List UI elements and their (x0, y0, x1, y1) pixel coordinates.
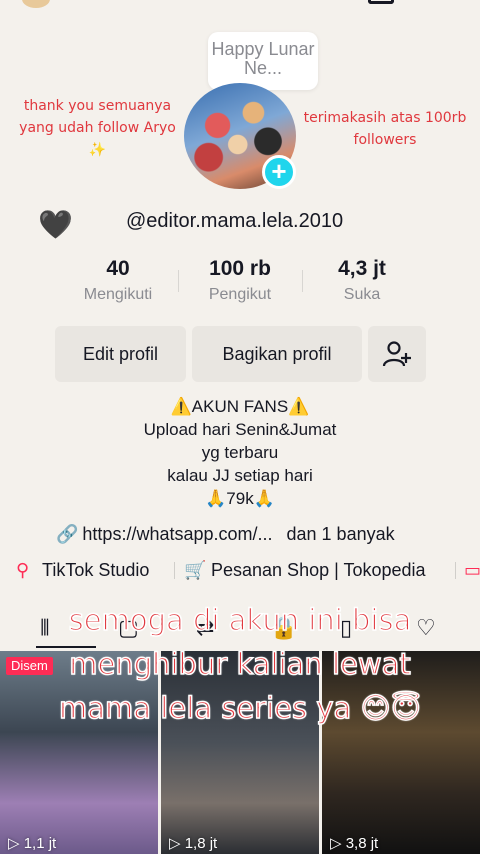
stat-following[interactable]: 40 Mengikuti (56, 256, 180, 308)
bio-line: kalau JJ setiap hari (167, 466, 313, 485)
stat-label: Pengikut (208, 286, 272, 303)
overlay-caption: semoga di akun ini bisa menghibur kalian… (0, 598, 480, 730)
bio-line: Upload hari Senin&Jumat (143, 420, 337, 439)
divider (174, 562, 175, 579)
divider (455, 562, 456, 579)
bio-line: 🙏79k🙏 (205, 489, 275, 508)
annotation-left: thank you semuanya yang udah follow Aryo… (19, 98, 176, 158)
cart-icon: 🛒 (184, 560, 207, 580)
view-count-value: 1,1 jt (23, 835, 57, 852)
profile-stats: 40 Mengikuti 100 rb Pengikut 4,3 jt Suka (56, 256, 424, 312)
view-count: ▷ 3,8 jt (330, 835, 379, 852)
stat-followers[interactable]: 100 rb Pengikut (178, 256, 302, 308)
share-profile-button[interactable]: Bagikan profil (192, 326, 362, 382)
bio-link[interactable]: 🔗 https://whatsapp.com/... dan 1 banyak (56, 522, 476, 546)
creator-icon: ⚲ (16, 560, 30, 580)
status-top-strip (0, 0, 480, 14)
add-story-plus-icon[interactable]: + (262, 155, 296, 189)
shortcut-row: ⚲ TikTok Studio 🛒 Pesanan Shop | Tokoped… (0, 557, 480, 583)
stat-label: Mengikuti (83, 286, 153, 303)
stat-likes[interactable]: 4,3 jt Suka (300, 256, 424, 308)
view-count-value: 1,8 jt (184, 835, 218, 852)
caption-line: menghibur kalian lewat (68, 646, 411, 682)
story-bubble[interactable]: Happy Lunar Ne... (208, 32, 318, 90)
add-friend-button[interactable] (368, 326, 426, 382)
bio-line: yg terbaru (201, 443, 279, 462)
add-user-icon (382, 341, 411, 367)
menu-icon[interactable] (368, 0, 394, 4)
tiktok-studio-link[interactable]: TikTok Studio (42, 557, 149, 583)
black-heart-icon: 🖤 (38, 209, 73, 240)
edit-profile-button[interactable]: Edit profil (55, 326, 186, 382)
view-count: ▷ 1,1 jt (8, 835, 57, 852)
view-count: ▷ 1,8 jt (169, 835, 218, 852)
bio: ⚠️AKUN FANS⚠️ Upload hari Senin&Jumat yg… (40, 395, 440, 510)
caption-line: mama lela series ya 😊😇 (58, 690, 421, 726)
bio-line: ⚠️AKUN FANS⚠️ (170, 397, 310, 416)
username: @editor.mama.lela.2010 (126, 210, 344, 232)
emoji-icon (22, 0, 50, 8)
wallet-icon: ▭ (464, 560, 480, 580)
annotation-right: terimakasih atas 100rb followers (303, 110, 467, 148)
stat-value: 100 rb (209, 257, 271, 280)
link-icon: 🔗 (56, 524, 79, 544)
view-count-value: 3,8 jt (345, 835, 379, 852)
stat-value: 40 (106, 257, 130, 280)
caption-line: semoga di akun ini bisa (68, 602, 412, 638)
stat-label: Suka (343, 286, 381, 303)
shop-orders-link[interactable]: Pesanan Shop | Tokopedia (211, 557, 426, 583)
stat-value: 4,3 jt (338, 257, 386, 280)
link-url[interactable]: https://whatsapp.com/... (82, 524, 272, 544)
link-more[interactable]: dan 1 banyak (287, 524, 395, 544)
